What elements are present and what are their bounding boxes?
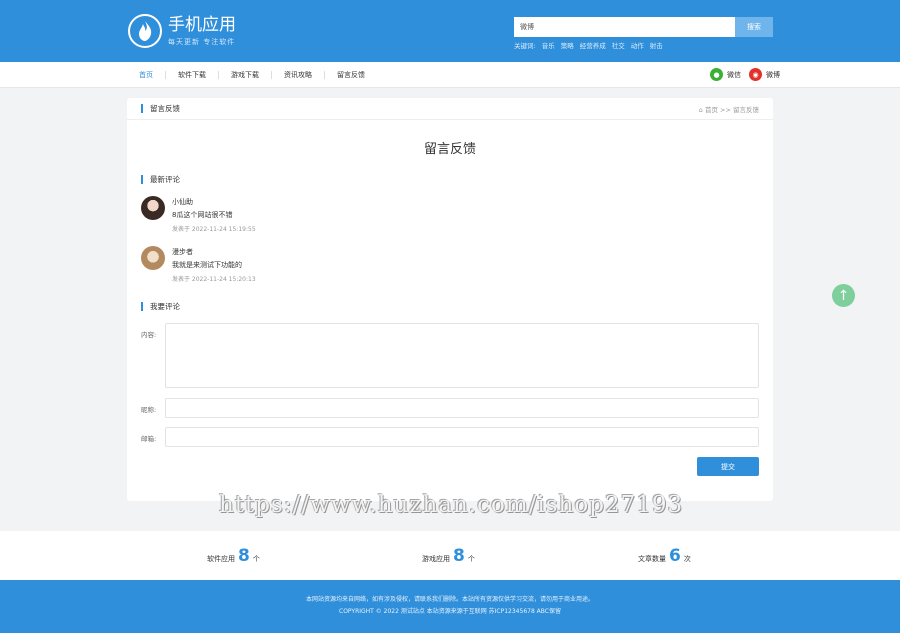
nav-item-games[interactable]: 游戏下载 (218, 71, 271, 79)
footer-disclaimer: 本网站资源均来自网络，如有涉及侵权，请联系我们删除。本站所有资源仅供学习交流，请… (305, 596, 594, 603)
nav-item-feedback[interactable]: 留言反馈 (324, 71, 377, 79)
email-label: 邮箱: (141, 435, 157, 443)
stat-games: 游戏应用 8 个 (422, 546, 475, 566)
comment-text: 我就是来测试下功能的 (172, 261, 242, 269)
stat-software: 软件应用 8 个 (207, 546, 260, 566)
nickname-label: 昵称: (141, 406, 157, 414)
keyword-link[interactable]: 动作 (631, 40, 644, 50)
watermark: https://www.huzhan.com/ishop27193 (219, 492, 684, 518)
share-weibo-label[interactable]: 微博 (766, 70, 780, 80)
submit-button[interactable]: 提交 (697, 457, 759, 476)
search-button[interactable]: 搜索 (735, 17, 773, 37)
search-input[interactable] (514, 17, 735, 37)
keyword-link[interactable]: 射击 (650, 40, 663, 50)
share-links: ● 微信 ◉ 微博 (710, 68, 780, 81)
stat-value: 8 (453, 546, 465, 566)
weibo-icon[interactable]: ◉ (749, 68, 762, 81)
keyword-link[interactable]: 经营养成 (580, 40, 606, 50)
stat-value: 6 (669, 546, 681, 566)
post-comment-title: 我要评论 (141, 302, 180, 311)
search-box: 搜索 (514, 17, 773, 37)
back-to-top-icon[interactable]: ↑ (832, 284, 855, 307)
nav-item-home[interactable]: 首页 (133, 71, 165, 79)
avatar (141, 246, 165, 270)
avatar (141, 196, 165, 220)
share-wechat-label[interactable]: 微信 (727, 70, 741, 80)
logo-slogan: 每天更新 专注软件 (168, 38, 236, 46)
nickname-input[interactable] (165, 398, 759, 418)
stat-articles: 文章数量 6 次 (638, 546, 691, 566)
comment-time: 发表于 2022-11-24 15:20:13 (172, 276, 256, 283)
flame-logo-icon (128, 14, 162, 48)
email-input[interactable] (165, 427, 759, 447)
stat-value: 8 (238, 546, 250, 566)
latest-comments-title: 最新评论 (141, 175, 180, 184)
content-label: 内容: (141, 331, 157, 339)
comment-text: 8瓜这个网站很不错 (172, 211, 233, 219)
footer-copyright: COPYRIGHT © 2022 测试站点 本站资源来源于互联网 苏ICP123… (339, 608, 561, 615)
nav-item-software[interactable]: 软件下载 (165, 71, 218, 79)
comment-author: 漫步者 (172, 248, 193, 256)
keywords-row: 关键词: 音乐 策略 经营养成 社交 动作 射击 (514, 40, 663, 50)
keyword-link[interactable]: 音乐 (542, 40, 555, 50)
page-title: 留言反馈 (423, 142, 476, 157)
content-textarea[interactable] (165, 323, 759, 388)
panel-title: 留言反馈 (141, 104, 180, 113)
nav-item-news[interactable]: 资讯攻略 (271, 71, 324, 79)
breadcrumb: ⌂ 首页 >> 留言反馈 (698, 106, 759, 114)
comment-author: 小仙助 (172, 198, 193, 206)
wechat-icon[interactable]: ● (710, 68, 723, 81)
footer: 本网站资源均来自网络，如有涉及侵权，请联系我们删除。本站所有资源仅供学习交流，请… (0, 580, 900, 633)
stats-bar: 软件应用 8 个 游戏应用 8 个 文章数量 6 次 (0, 531, 900, 580)
panel-header: 留言反馈 ⌂ 首页 >> 留言反馈 (127, 98, 773, 120)
keyword-link[interactable]: 社交 (612, 40, 625, 50)
comment-time: 发表于 2022-11-24 15:19:55 (172, 226, 256, 233)
logo[interactable]: 手机应用 每天更新 专注软件 (128, 14, 236, 48)
keywords-label: 关键词: (514, 42, 536, 50)
main-nav: 首页 软件下载 游戏下载 资讯攻略 留言反馈 ● 微信 ◉ 微博 (0, 62, 900, 88)
logo-title: 手机应用 (168, 15, 236, 35)
keyword-link[interactable]: 策略 (561, 40, 574, 50)
header: 手机应用 每天更新 专注软件 搜索 关键词: 音乐 策略 经营养成 社交 动作 … (0, 0, 900, 62)
feedback-panel: 留言反馈 ⌂ 首页 >> 留言反馈 留言反馈 最新评论 小仙助 8瓜这个网站很不… (127, 98, 773, 501)
